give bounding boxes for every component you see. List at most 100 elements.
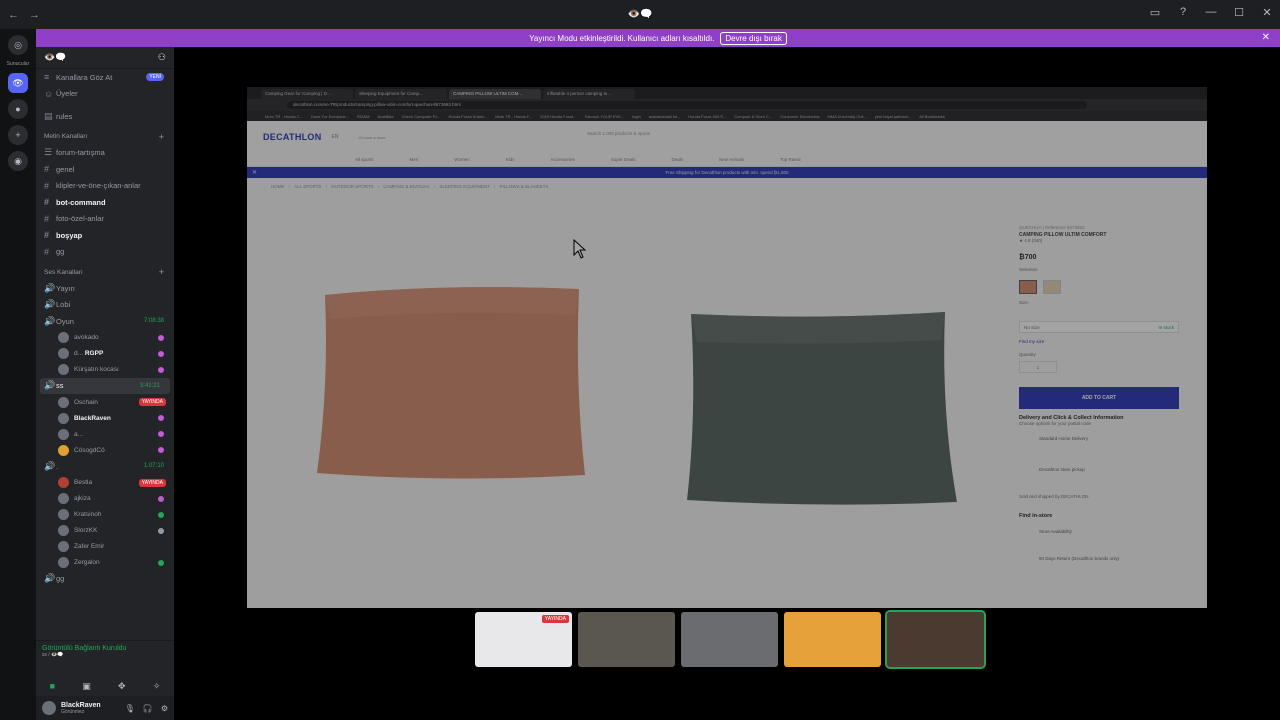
bookmark-item[interactable]: All Bookmarks	[919, 114, 945, 119]
screen-share-button[interactable]: ▣	[82, 681, 91, 692]
browse-channels[interactable]: ≡ Kanallara Göz At YENİ	[36, 69, 174, 86]
soundboard-button[interactable]: ✧	[153, 681, 161, 692]
quantity-stepper[interactable]: 1	[1019, 361, 1057, 373]
add-channel-icon[interactable]: +	[159, 267, 164, 277]
voice-user[interactable]: Kürşatın kocası	[36, 362, 174, 378]
browser-tab[interactable]: Sleeping Equipment for Camp...	[355, 89, 447, 99]
voice-channel-lobi[interactable]: 🔊 Lobi	[36, 297, 174, 314]
bookmark-item[interactable]: Compute & Store C...	[734, 114, 772, 119]
site-nav-item[interactable]: Kids	[506, 157, 515, 162]
voice-user[interactable]: avokado	[36, 330, 174, 346]
participant-tile-stream[interactable]: YAYINDA	[475, 612, 572, 667]
explore-icon[interactable]: ◉	[8, 151, 28, 171]
site-nav-item[interactable]: Accessories	[550, 157, 574, 162]
camera-button[interactable]: ■	[50, 681, 55, 691]
voice-user[interactable]: Bestla YAYINDA	[36, 475, 174, 491]
language-selector[interactable]: EN	[332, 134, 339, 140]
decathlon-logo[interactable]: DECATHLON	[263, 132, 322, 142]
channel-forum[interactable]: ☰ forum-tartışma	[36, 145, 174, 162]
add-to-cart-button[interactable]: ADD TO CART	[1019, 387, 1179, 409]
site-nav-item[interactable]: Top Rated	[780, 157, 801, 162]
discord-home-icon[interactable]: ◎	[8, 35, 28, 55]
voice-user[interactable]: a...	[36, 426, 174, 442]
voice-category[interactable]: Ses Kanalları +	[36, 264, 174, 280]
streamed-browser[interactable]: Camping Gear for Camping | D... Sleeping…	[247, 87, 1207, 608]
voice-channel-yayin[interactable]: 🔊 Yayın	[36, 280, 174, 297]
home-delivery-option[interactable]: Standard Home Delivery	[1019, 436, 1179, 441]
browser-tab-active[interactable]: CAMPING PILLOW ULTIM COM...	[449, 89, 541, 99]
voice-channel-ss[interactable]: 🔊 ss 3:41:21	[40, 377, 170, 394]
bookmark-item[interactable]: ArabBike	[377, 114, 393, 119]
gear-icon[interactable]: ⚙	[161, 704, 168, 713]
size-select[interactable]: No Size In stock	[1019, 321, 1179, 333]
participant-tile-speaking[interactable]	[885, 610, 986, 669]
participant-tile[interactable]	[578, 612, 675, 667]
channel-foto[interactable]: # foto-özel-anlar	[36, 211, 174, 228]
bookmark-item[interactable]: arabasındaki bir...	[649, 114, 681, 119]
voice-user[interactable]: BlackRaven	[36, 410, 174, 426]
maximize-button[interactable]: ☐	[1232, 6, 1246, 19]
store-availability[interactable]: Store Availability	[1019, 529, 1179, 534]
help-icon[interactable]: ?	[1176, 6, 1190, 19]
close-icon[interactable]: ✕	[252, 169, 257, 176]
voice-user[interactable]: ajkiza	[36, 491, 174, 507]
bookmark-item[interactable]: RIZAM	[357, 114, 369, 119]
search-input[interactable]: Search 1.000 products & sports	[587, 131, 867, 141]
site-nav-item[interactable]: New Arrivals	[719, 157, 744, 162]
channel-rules[interactable]: ▤ rules	[36, 108, 174, 125]
close-button[interactable]: ✕	[1260, 6, 1274, 19]
returns-info[interactable]: 90 Days Return (Decathlon brands only)	[1019, 556, 1179, 561]
voice-channel-oyun[interactable]: 🔊 Oyun 7:08:38	[36, 313, 174, 330]
bookmark-item[interactable]: Done For Everyone...	[311, 114, 349, 119]
server-icon[interactable]: ●	[8, 99, 28, 119]
bookmark-item[interactable]: login	[632, 114, 640, 119]
breadcrumb-item[interactable]: OUTDOOR SPORTS	[331, 184, 374, 189]
bookmark-item[interactable]: MMA University Onli...	[827, 114, 866, 119]
voice-user[interactable]: Zergalon	[36, 555, 174, 571]
bookmark-item[interactable]: Moto TR - Honda C...	[265, 114, 303, 119]
channel-bosyap[interactable]: # boşyap	[36, 227, 174, 244]
inbox-icon[interactable]: ▭	[1148, 6, 1162, 19]
browser-tab[interactable]: Camping Gear for Camping | D...	[261, 89, 353, 99]
bookmark-item[interactable]: Check Computer P.I...	[402, 114, 441, 119]
bookmark-item[interactable]: Consumer Electronics	[780, 114, 819, 119]
disable-streamer-mode-button[interactable]: Devre dışı bırak	[720, 31, 787, 45]
participant-tile[interactable]	[681, 612, 778, 667]
headphones-icon[interactable]: 🎧	[143, 704, 153, 713]
bookmark-item[interactable]: yeni hayal şaheser...	[875, 114, 911, 119]
voice-user[interactable]: CösogdCö	[36, 442, 174, 458]
channel-genel[interactable]: # genel	[36, 161, 174, 178]
site-nav-item[interactable]: Super Deals	[611, 157, 636, 162]
site-nav-item[interactable]: Women	[454, 157, 469, 162]
minimize-button[interactable]: —	[1204, 6, 1218, 19]
site-nav-item[interactable]: All sports	[355, 157, 374, 162]
mic-icon[interactable]: 🎙	[125, 704, 135, 713]
text-category[interactable]: Metin Kanalları +	[36, 129, 174, 145]
bookmark-item[interactable]: 2019 Honda Forza...	[540, 114, 576, 119]
voice-user[interactable]: Oschain YAYINDA	[36, 394, 174, 410]
participant-tile[interactable]	[784, 612, 881, 667]
add-member-icon[interactable]: ⚇	[158, 52, 166, 63]
server-icon-active[interactable]: 👁	[8, 73, 28, 93]
bookmark-item[interactable]: Fabrock YOUR EVE...	[585, 114, 625, 119]
channel-gg[interactable]: # gg	[36, 244, 174, 261]
url-bar[interactable]: decathlon.com/en-TR/products/camping-pil…	[287, 101, 1087, 109]
add-server-icon[interactable]: +	[8, 125, 28, 145]
close-icon[interactable]: ✕	[1262, 32, 1270, 43]
site-nav-item[interactable]: Men	[410, 157, 419, 162]
breadcrumb-item[interactable]: HOME	[271, 184, 285, 189]
breadcrumb-item[interactable]: CAMPING & BIVOUAC	[383, 184, 430, 189]
bookmark-item[interactable]: Moto TR - Honda F...	[495, 114, 532, 119]
browser-tab[interactable]: Inflatable 4 person camping te...	[543, 89, 635, 99]
breadcrumb-item[interactable]: SLEEPING EQUIPMENT	[439, 184, 490, 189]
voice-channel-third[interactable]: 🔊. 1:07:10	[36, 458, 174, 475]
server-header[interactable]: 👁️🗨️ ⚇	[36, 47, 174, 69]
store-pickup-option[interactable]: Decathlon store pickup	[1019, 467, 1179, 472]
swatch-beige[interactable]	[1043, 280, 1061, 294]
voice-user[interactable]: d... RGPP	[36, 346, 174, 362]
avatar[interactable]	[42, 701, 56, 715]
site-nav-item[interactable]: Deals	[672, 157, 684, 162]
breadcrumb-item[interactable]: ALL SPORTS	[294, 184, 322, 189]
breadcrumb-item[interactable]: PILLOWS & BLANKETS	[499, 184, 548, 189]
product-rating[interactable]: ★ 4.8 (340)	[1019, 238, 1179, 244]
